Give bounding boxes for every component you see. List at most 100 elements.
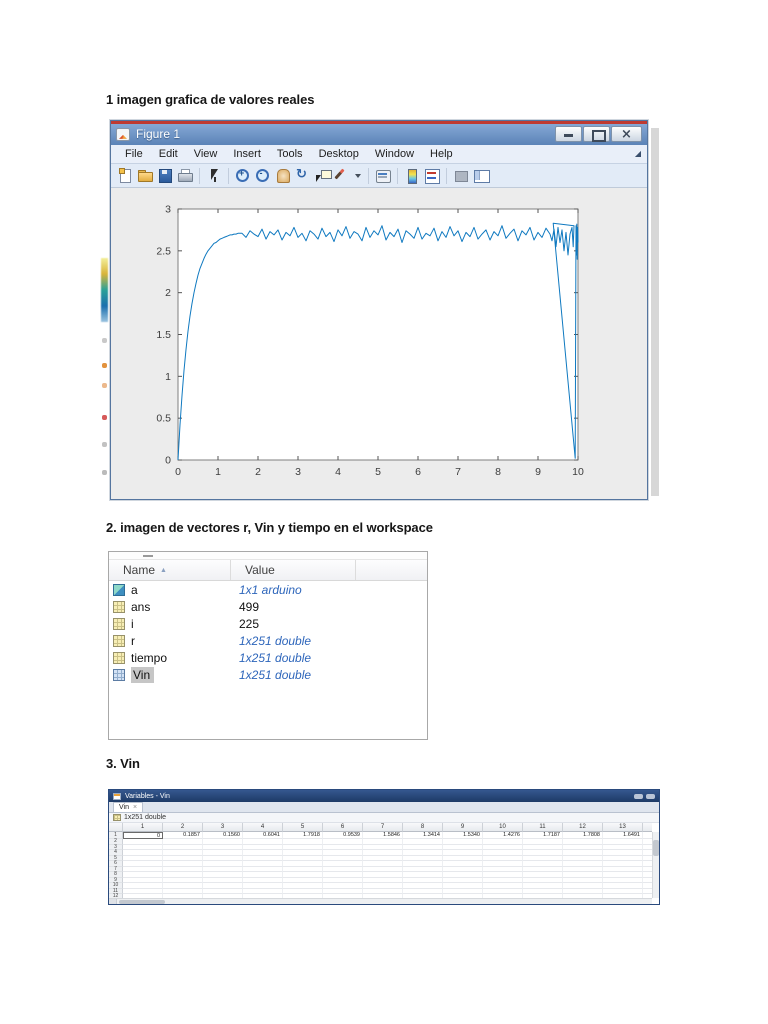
- variable-value: 1x251 double: [239, 667, 312, 682]
- workspace-row-a[interactable]: a 1x1 arduino: [109, 581, 427, 598]
- horizontal-scrollbar-thumb[interactable]: [119, 900, 165, 904]
- cell-r1-c11[interactable]: 1.7187: [523, 832, 563, 839]
- vertical-scrollbar[interactable]: [652, 832, 659, 898]
- column-header-3[interactable]: 3: [203, 823, 243, 832]
- column-header-4[interactable]: 4: [243, 823, 283, 832]
- column-header-11[interactable]: 11: [523, 823, 563, 832]
- y-tick-label: 1.5: [156, 329, 171, 341]
- variable-value: 1x251 double: [239, 650, 312, 665]
- plot-svg: 0 1 2 3 4 5 6 7 8 9 10 0 0.5 1 1.5 2 2.5 3: [156, 204, 584, 479]
- variable-name: r: [131, 633, 135, 648]
- insert-colorbar-icon[interactable]: [403, 167, 421, 185]
- variables-table-body: 1 2 3 4 5 6 7 8 9 10 11 12 13 1 0 0.1857 0.1560 0.6041 1.7…: [109, 823, 659, 904]
- zoom-out-icon[interactable]: [254, 167, 272, 184]
- cell-r1-c5[interactable]: 1.7918: [283, 832, 323, 839]
- data-cursor-icon[interactable]: [314, 167, 332, 184]
- cell-r1-c8[interactable]: 1.3414: [403, 832, 443, 839]
- menu-insert[interactable]: Insert: [225, 146, 269, 162]
- close-button[interactable]: [611, 126, 642, 143]
- minimize-button[interactable]: [555, 126, 582, 143]
- x-tick-label: 4: [335, 466, 341, 478]
- vertical-scrollbar-thumb[interactable]: [653, 840, 659, 856]
- workspace-row-vin[interactable]: Vin 1x251 double: [109, 666, 427, 683]
- dock-icon[interactable]: [646, 793, 655, 799]
- zoom-in-icon[interactable]: [234, 167, 252, 184]
- x-tick-label: 6: [415, 466, 421, 478]
- cell-r1-c3[interactable]: 0.1560: [203, 832, 243, 839]
- column-header-7[interactable]: 7: [363, 823, 403, 832]
- workspace-row-r[interactable]: r 1x251 double: [109, 632, 427, 649]
- cell-r1-c13[interactable]: 1.6491: [603, 832, 643, 839]
- open-folder-icon[interactable]: [136, 167, 154, 184]
- menu-tools[interactable]: Tools: [269, 146, 311, 162]
- cell-r1-c10[interactable]: 1.4276: [483, 832, 523, 839]
- hide-plot-tools-icon[interactable]: [452, 167, 470, 184]
- column-header-10[interactable]: 10: [483, 823, 523, 832]
- column-header-13[interactable]: 13: [603, 823, 643, 832]
- tab-vin[interactable]: Vin ×: [113, 802, 144, 812]
- tab-close-icon[interactable]: ×: [133, 804, 137, 811]
- toolbar-separator: [199, 167, 200, 184]
- menu-window[interactable]: Window: [367, 146, 422, 162]
- horizontal-scrollbar[interactable]: [109, 898, 652, 904]
- variables-panel-icon: [113, 792, 121, 800]
- scroll-left-button[interactable]: [109, 899, 117, 904]
- cell-r1-c4[interactable]: 0.6041: [243, 832, 283, 839]
- cell-r1-c12[interactable]: 1.7808: [563, 832, 603, 839]
- numeric-grid-blue-icon: [113, 668, 125, 681]
- figure-window: Figure 1 FileEditViewInsertToolsDesktopW…: [110, 120, 648, 500]
- cell-r1-c2[interactable]: 0.1857: [163, 832, 203, 839]
- toolbar-separator: [397, 167, 398, 184]
- column-header-6[interactable]: 6: [323, 823, 363, 832]
- rotate-3d-icon[interactable]: [294, 167, 312, 184]
- column-header-5[interactable]: 5: [283, 823, 323, 832]
- cell-r1-c6[interactable]: 0.9539: [323, 832, 363, 839]
- document-page: 1 imagen grafica de valores reales Figur…: [0, 0, 768, 1024]
- axes-box: [177, 208, 579, 461]
- variables-table: 1 2 3 4 5 6 7 8 9 10 11 12 13 1 0 0.1857 0.1560 0.6041 1.7…: [109, 823, 659, 900]
- column-header-name[interactable]: Name ▲: [109, 560, 231, 580]
- numeric-grid-icon: [113, 600, 125, 613]
- column-header-1[interactable]: 1: [123, 823, 163, 832]
- workspace-row-ans[interactable]: ans 499: [109, 598, 427, 615]
- pointer-icon[interactable]: [205, 167, 223, 184]
- save-icon[interactable]: [156, 167, 174, 184]
- variable-value: 1x1 arduino: [239, 582, 302, 597]
- table-corner-cell: [109, 823, 123, 832]
- dock-figure-icon[interactable]: ◢: [635, 149, 641, 158]
- edge-artifact-dot: [102, 470, 107, 475]
- column-header-2[interactable]: 2: [163, 823, 203, 832]
- panel-actions-icon[interactable]: [634, 793, 643, 799]
- menu-view[interactable]: View: [186, 146, 226, 162]
- pan-icon[interactable]: [274, 167, 292, 184]
- maximize-button[interactable]: [583, 126, 610, 143]
- x-tick-label: 5: [375, 466, 381, 478]
- show-plot-tools-icon[interactable]: [472, 167, 490, 184]
- brush-icon[interactable]: [334, 167, 352, 184]
- print-icon[interactable]: [176, 167, 194, 184]
- cell-r1-c7[interactable]: 1.5846: [363, 832, 403, 839]
- toolbar-separator: [446, 167, 447, 184]
- column-header-value[interactable]: Value: [231, 560, 356, 580]
- workspace-header: Name ▲ Value: [109, 560, 427, 581]
- brush-caret-icon[interactable]: [354, 167, 363, 184]
- workspace-row-tiempo[interactable]: tiempo 1x251 double: [109, 649, 427, 666]
- x-tick-label: 3: [295, 466, 301, 478]
- link-plots-icon[interactable]: [374, 167, 392, 184]
- menu-desktop[interactable]: Desktop: [311, 146, 367, 162]
- new-file-icon[interactable]: [116, 167, 134, 184]
- edge-artifact-dot: [102, 383, 107, 388]
- column-header-9[interactable]: 9: [443, 823, 483, 832]
- menu-file[interactable]: File: [117, 146, 151, 162]
- menu-edit[interactable]: Edit: [151, 146, 186, 162]
- cell-r1-c1[interactable]: 0: [123, 832, 163, 839]
- window-buttons: [554, 126, 642, 143]
- insert-legend-icon[interactable]: [423, 167, 441, 185]
- column-header-12[interactable]: 12: [563, 823, 603, 832]
- workspace-row-i[interactable]: i 225: [109, 615, 427, 632]
- object-cube-icon: [113, 583, 125, 596]
- menu-help[interactable]: Help: [422, 146, 461, 162]
- cell-r1-c9[interactable]: 1.5340: [443, 832, 483, 839]
- column-header-8[interactable]: 8: [403, 823, 443, 832]
- workspace-panel: Name ▲ Value a 1x1 arduino ans 499 i 225 r 1x25…: [108, 551, 428, 740]
